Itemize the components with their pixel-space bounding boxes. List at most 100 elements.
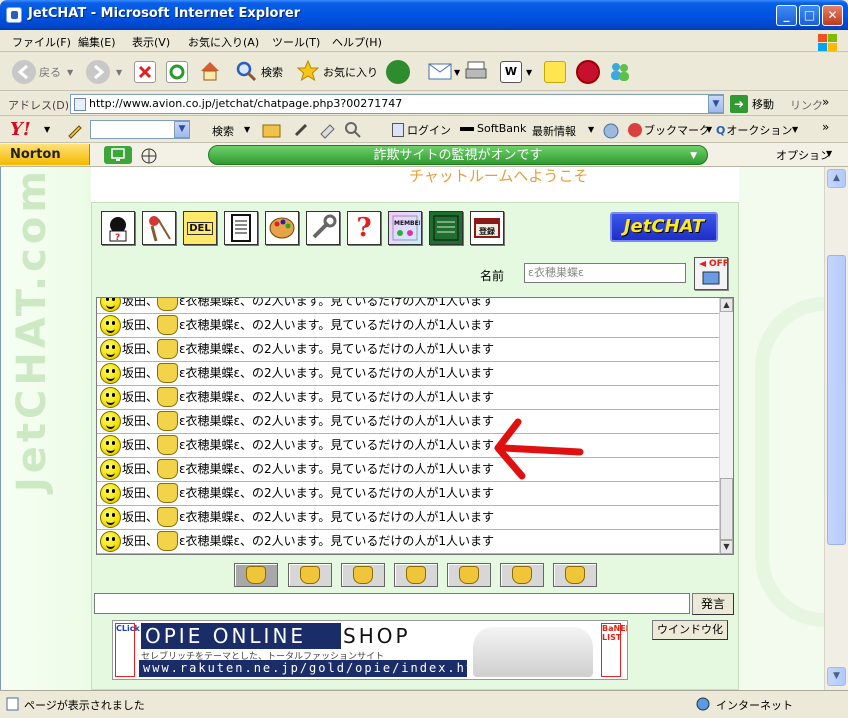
pen-icon[interactable] xyxy=(292,121,310,142)
menu-edit[interactable]: 編集(E) xyxy=(78,34,116,50)
page-scroll-thumb[interactable] xyxy=(827,255,846,545)
left-decoration: JetCHAT.com xyxy=(1,167,91,690)
home-button[interactable] xyxy=(198,59,222,85)
edit-button[interactable]: W ▼ xyxy=(500,59,532,85)
bookmark-button[interactable]: ブックマーク xyxy=(628,122,710,138)
delete-icon[interactable]: DEL xyxy=(183,211,217,245)
forward-button[interactable]: ▼ xyxy=(86,59,122,85)
chat-log-line: 坂田、 ε衣穂巣蝶ε、の2人います。見ているだけの人が1人います xyxy=(97,297,719,314)
search-button[interactable]: 検索 xyxy=(234,59,283,85)
emotion-button-4[interactable] xyxy=(394,563,438,587)
folder-icon[interactable] xyxy=(262,121,282,142)
messenger-button[interactable] xyxy=(608,59,632,85)
mail-button[interactable]: ▼ xyxy=(428,59,460,85)
softbank-button[interactable]: SoftBank xyxy=(460,122,526,135)
document-icon[interactable] xyxy=(224,211,258,245)
register-icon[interactable]: 登録 xyxy=(470,211,504,245)
emotion-button-2[interactable] xyxy=(288,563,332,587)
norton-brand[interactable]: Norton xyxy=(0,144,90,165)
monitor-icon[interactable] xyxy=(104,146,132,164)
board-icon[interactable] xyxy=(429,211,463,245)
wrench-icon[interactable] xyxy=(306,211,340,245)
favorites-button[interactable]: お気に入り xyxy=(296,59,378,85)
emotion-button-3[interactable] xyxy=(341,563,385,587)
yahoo-chevron-icon[interactable]: » xyxy=(822,120,829,134)
discuss-button[interactable] xyxy=(544,59,566,85)
globe-icon[interactable] xyxy=(602,122,620,143)
chat-scroll-up[interactable]: ▲ xyxy=(720,298,733,312)
menu-view[interactable]: 表示(V) xyxy=(132,34,170,50)
chat-scroll-thumb[interactable] xyxy=(720,478,733,540)
chat-log-scrollbar[interactable]: ▲ ▼ xyxy=(719,298,733,554)
address-dropdown[interactable]: ▼ xyxy=(708,95,724,113)
auction-button[interactable]: Q オークション xyxy=(716,122,792,138)
question-icon[interactable]: ? xyxy=(347,211,381,245)
cat-icon xyxy=(157,459,178,479)
menu-tools[interactable]: ツール(T) xyxy=(272,34,320,50)
banner-list-text: BaNER LIST xyxy=(601,623,627,677)
back-button[interactable]: 戻る ▼ xyxy=(12,59,73,85)
pencil-icon[interactable] xyxy=(66,121,84,142)
send-button[interactable]: 発言 xyxy=(692,593,734,615)
address-bar: アドレス(D) http://www.avion.co.jp/jetchat/c… xyxy=(0,92,848,116)
page-status-icon xyxy=(6,697,20,714)
refresh-button[interactable] xyxy=(166,59,188,85)
links-label[interactable]: リンク xyxy=(790,97,823,113)
window-mode-button[interactable]: ウインドウ化 xyxy=(652,620,728,640)
chat-log-text: ε衣穂巣蝶ε、の2人います。見ているだけの人が1人います xyxy=(179,297,495,308)
handbag-image xyxy=(473,627,593,677)
stop-icon xyxy=(134,61,156,83)
stop-button[interactable] xyxy=(134,59,156,85)
message-input[interactable] xyxy=(94,593,690,614)
links-chevron-icon[interactable]: » xyxy=(822,95,829,109)
eraser-icon[interactable] xyxy=(318,121,336,142)
chat-log[interactable]: ▲ ▼ 坂田、 ε衣穂巣蝶ε、の2人います。見ているだけの人が1人います 坂田、 ε衣… xyxy=(96,297,734,555)
cat-icon xyxy=(459,566,479,584)
menu-file[interactable]: ファイル(F) xyxy=(12,34,71,50)
go-button[interactable]: ➜ 移動 xyxy=(730,95,774,113)
note-icon xyxy=(544,61,566,83)
banner-title: OPIE ONLINE xyxy=(141,623,341,649)
cat-icon xyxy=(157,507,178,527)
page-scroll-up[interactable]: ▲ xyxy=(827,169,846,188)
opie-banner-ad[interactable]: CLick OPIE ONLINE SHOP セレブリッチをテーマとした、トータ… xyxy=(112,620,628,680)
character-icon[interactable] xyxy=(142,211,176,245)
name-input[interactable]: ε衣穂巣蝶ε xyxy=(524,263,686,283)
jetchat-logo: JetCHAT xyxy=(610,212,718,242)
yahoo-search-button[interactable]: 検索 xyxy=(212,123,234,139)
menu-favorites[interactable]: お気に入り(A) xyxy=(188,34,259,50)
yahoo-search-dropdown[interactable]: ▼ xyxy=(174,121,190,138)
web-globe-icon[interactable] xyxy=(140,147,158,168)
chat-scroll-down[interactable]: ▼ xyxy=(720,540,733,554)
emotion-button-1[interactable] xyxy=(234,563,278,587)
palette-icon[interactable] xyxy=(265,211,299,245)
norton-status-pill[interactable]: 詐欺サイトの監視がオンです ▼ xyxy=(208,145,708,165)
member-icon[interactable]: MEMBER xyxy=(388,211,422,245)
minimize-button[interactable]: _ xyxy=(776,5,797,26)
maximize-button[interactable]: □ xyxy=(799,5,820,26)
history-button[interactable] xyxy=(386,59,410,85)
addon-button[interactable] xyxy=(576,59,600,85)
norton-options[interactable]: オプション xyxy=(776,147,831,163)
emotion-button-7[interactable] xyxy=(553,563,597,587)
magnifier-icon[interactable] xyxy=(344,121,362,142)
chat-user-name: 坂田、 xyxy=(122,486,159,500)
go-label: 移動 xyxy=(752,98,774,111)
internet-zone-icon xyxy=(696,697,710,714)
page-scrollbar[interactable]: ▲ ▼ xyxy=(824,167,848,690)
address-input[interactable]: http://www.avion.co.jp/jetchat/chatpage.… xyxy=(70,94,724,114)
page-scroll-down[interactable]: ▼ xyxy=(827,667,846,686)
news-button[interactable]: 最新情報 xyxy=(532,123,576,139)
emotion-button-6[interactable] xyxy=(500,563,544,587)
print-button[interactable] xyxy=(464,59,488,85)
help-mascot-icon[interactable]: ? xyxy=(101,211,135,245)
chat-log-text: ε衣穂巣蝶ε、の2人います。見ているだけの人が1人います xyxy=(179,510,495,524)
menu-help[interactable]: ヘルプ(H) xyxy=(332,34,382,50)
chat-log-text: ε衣穂巣蝶ε、の2人います。見ているだけの人が1人います xyxy=(179,318,495,332)
logout-off-button[interactable]: OFF xyxy=(694,257,729,290)
close-button[interactable]: ✕ xyxy=(822,5,843,26)
status-text: ページが表示されました xyxy=(24,699,145,712)
login-button[interactable]: ログイン xyxy=(392,122,451,138)
yahoo-logo[interactable]: Y! xyxy=(10,119,31,140)
emotion-button-5[interactable] xyxy=(447,563,491,587)
